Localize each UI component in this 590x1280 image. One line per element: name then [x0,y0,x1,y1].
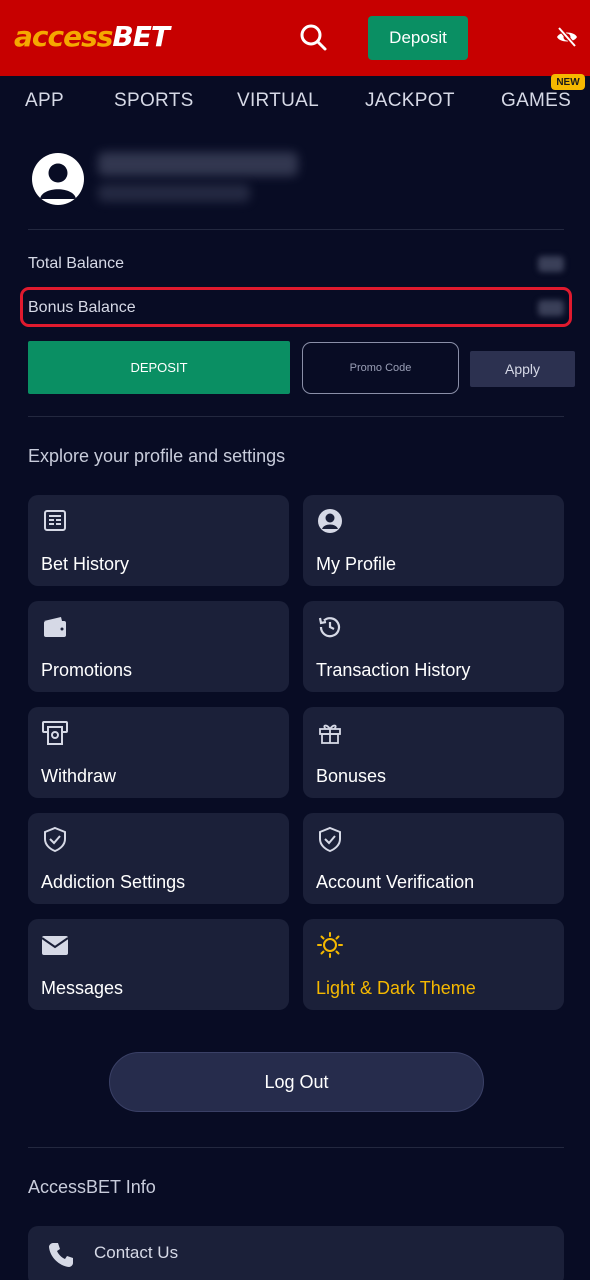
search-icon[interactable] [298,22,328,52]
shield-check-icon [316,825,344,853]
card-label: Messages [41,978,124,998]
nav-item-games[interactable]: GAMES [501,90,571,112]
username-blurred [98,152,298,176]
card-label: Bonuses [316,766,387,786]
card-promotions[interactable]: Promotions [28,601,289,692]
accessbet-logo[interactable]: access BET [14,20,170,53]
header-deposit-button[interactable]: Deposit [368,16,468,60]
envelope-icon [41,931,69,959]
divider [28,1147,564,1148]
nav-item-jackpot[interactable]: JACKPOT [365,90,455,112]
total-balance-value-blurred [538,256,564,272]
nav-item-sports[interactable]: SPORTS [114,90,194,112]
total-balance-label: Total Balance [28,255,125,272]
nav-item-app[interactable]: APP [25,90,64,112]
logo-text-bet: BET [112,20,170,53]
card-label: Withdraw [41,766,117,786]
promo-code-input[interactable]: Promo Code [302,342,459,394]
card-messages[interactable]: Messages [28,919,289,1010]
history-icon [316,613,344,641]
receipt-icon [41,507,69,535]
nav-item-virtual[interactable]: VIRTUAL [237,90,319,112]
card-label: Bet History [41,554,130,574]
user-circle-icon [316,507,344,535]
contact-us-item[interactable]: Contact Us [28,1226,564,1280]
card-label: My Profile [316,554,397,574]
sun-icon [316,931,344,959]
deposit-button[interactable]: DEPOSIT [28,341,290,394]
card-label: Light & Dark Theme [316,978,476,998]
hide-balance-icon[interactable] [555,25,579,49]
apply-button[interactable]: Apply [470,351,575,387]
settings-section-title: Explore your profile and settings [28,446,286,466]
new-badge: NEW [551,74,585,90]
card-label: Addiction Settings [41,872,186,892]
gift-icon [316,719,344,747]
card-bet-history[interactable]: Bet History [28,495,289,586]
account-id-blurred [98,184,250,202]
main-nav: APP SPORTS VIRTUAL JACKPOT GAMES [0,76,590,126]
card-my-profile[interactable]: My Profile [303,495,564,586]
contact-us-label: Contact Us [94,1243,179,1262]
divider [28,229,564,230]
divider [28,416,564,417]
card-account-verification[interactable]: Account Verification [303,813,564,904]
shield-check-icon [41,825,69,853]
card-label: Promotions [41,660,133,680]
card-label: Account Verification [316,872,475,892]
logo-text-access: access [14,20,113,53]
card-bonuses[interactable]: Bonuses [303,707,564,798]
user-avatar-icon [32,153,84,205]
atm-icon [41,719,69,747]
phone-icon [46,1240,76,1270]
wallet-icon [41,613,69,641]
card-theme-toggle[interactable]: Light & Dark Theme [303,919,564,1010]
card-addiction-settings[interactable]: Addiction Settings [28,813,289,904]
logout-button[interactable]: Log Out [109,1052,484,1112]
info-section-title: AccessBET Info [28,1177,156,1197]
card-withdraw[interactable]: Withdraw [28,707,289,798]
card-label: Transaction History [316,660,471,680]
top-header: access BET Deposit [0,0,590,76]
card-transaction-history[interactable]: Transaction History [303,601,564,692]
bonus-balance-highlight [20,287,572,327]
